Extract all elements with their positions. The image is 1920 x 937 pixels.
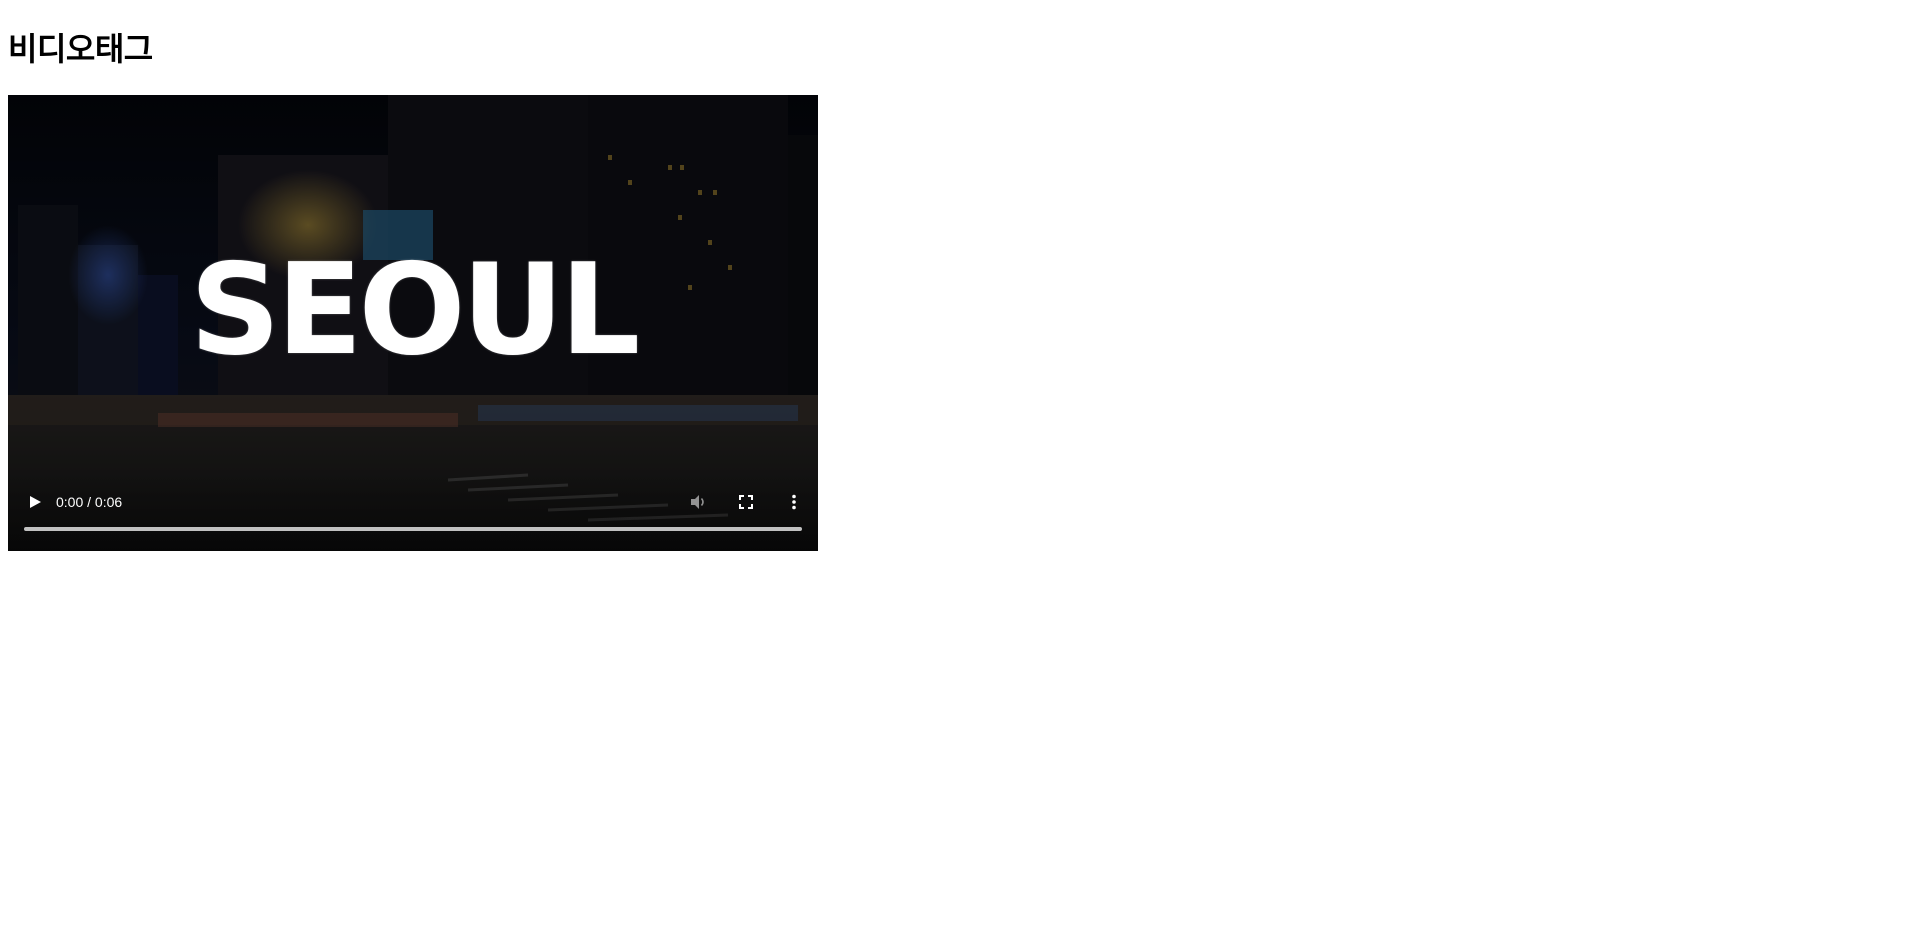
more-vertical-icon: [792, 494, 796, 510]
mute-button[interactable]: [685, 489, 711, 515]
volume-icon: [691, 495, 704, 509]
progress-bar[interactable]: [24, 527, 802, 531]
time-display: 0:00 / 0:06: [56, 494, 123, 510]
play-icon: [30, 496, 41, 508]
page-title: 비디오태그: [8, 30, 153, 68]
fullscreen-icon: [739, 495, 753, 509]
fullscreen-button[interactable]: [733, 489, 759, 515]
video-player[interactable]: SEOUL 0:00 / 0:06: [8, 95, 818, 551]
video-controls: 0:00 / 0:06: [8, 471, 818, 551]
play-button[interactable]: [22, 489, 48, 515]
video-overlay-title: SEOUL: [189, 236, 641, 383]
more-options-button[interactable]: [781, 489, 807, 515]
